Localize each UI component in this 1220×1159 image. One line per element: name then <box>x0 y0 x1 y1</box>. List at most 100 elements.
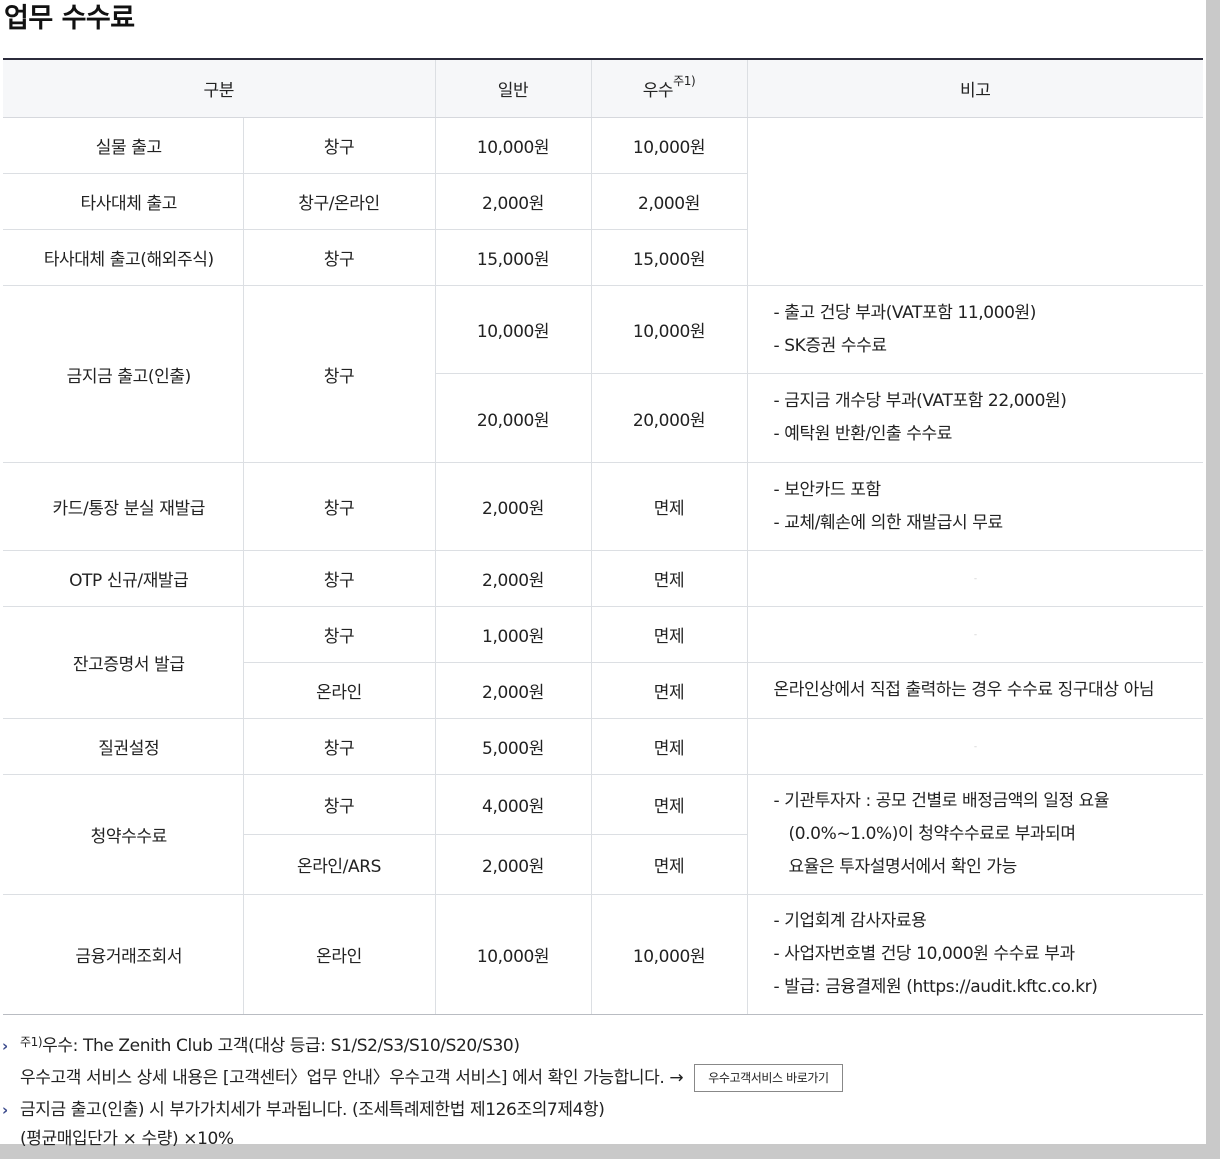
row-general-fee: 10,000원 <box>434 285 592 374</box>
header-general: 일반 <box>434 60 592 118</box>
chevron-right-icon: › <box>2 1037 8 1055</box>
table-row: 실물 출고 창구 10,000원 10,000원 <box>3 117 1204 286</box>
row-item: 금지금 출고(인출) <box>3 285 243 463</box>
remark-line: - SK증권 수수료 <box>773 335 887 356</box>
remark-line: - 보안카드 포함 <box>773 479 882 500</box>
row-premium-fee: 10,000원 <box>590 285 748 374</box>
row-premium-fee: 10,000원 <box>590 117 748 174</box>
remark-line: - 출고 건당 부과(VAT포함 11,000원) <box>773 302 1037 323</box>
page-container: 업무 수수료 구분 일반 우수주1) 비고 실물 출고 창구 10,000원 1… <box>0 0 1206 1149</box>
row-item: 실물 출고 <box>3 117 243 174</box>
premium-service-link-button[interactable]: 우수고객서비스 바로가기 <box>694 1064 843 1092</box>
row-general-fee: 10,000원 <box>434 894 592 1015</box>
remark-line: 요율은 투자설명서에서 확인 가능 <box>788 857 1018 877</box>
row-general-fee: 15,000원 <box>434 229 592 286</box>
remark-line: - 교체/훼손에 의한 재발급시 무료 <box>773 512 1004 533</box>
table-row: 청약수수료 창구 4,000원 면제 - 기관투자자 : 공모 건별로 배정금액… <box>3 774 1204 895</box>
row-channel: 창구 <box>242 606 436 663</box>
row-general-fee: 4,000원 <box>434 774 592 835</box>
row-general-fee: 2,000원 <box>434 462 592 551</box>
row-channel: 창구 <box>242 550 436 607</box>
table-header-row: 구분 일반 우수주1) 비고 <box>3 60 1204 118</box>
row-remarks: - <box>746 550 1204 607</box>
footnotes: › 주1)우수: The Zenith Club 고객(대상 등급: S1/S2… <box>0 1030 1200 1152</box>
row-general-fee: 2,000원 <box>434 662 592 719</box>
row-item: 타사대체 출고(해외주식) <box>3 229 243 286</box>
row-item: 청약수수료 <box>3 774 243 895</box>
remark-line: - 발급: 금융결제원 (https://audit.kftc.co.kr) <box>773 977 1098 997</box>
footnote-item: › 금지금 출고(인출) 시 부가가치세가 부과됩니다. (조세특례제한법 제1… <box>0 1094 1200 1126</box>
row-remarks: - <box>746 606 1204 663</box>
row-channel: 창구/온라인 <box>242 173 436 230</box>
header-premium: 우수주1) <box>590 60 748 118</box>
table-row: 금지금 출고(인출) 창구 10,000원 10,000원 - 출고 건당 부과… <box>3 285 1204 463</box>
row-item: 타사대체 출고 <box>3 173 243 230</box>
row-general-fee: 10,000원 <box>434 117 592 174</box>
header-premium-footnote: 주1) <box>673 74 696 88</box>
row-general-fee: 5,000원 <box>434 718 592 775</box>
remark-line: - 기업회계 감사자료용 <box>773 911 927 931</box>
row-premium-fee: 20,000원 <box>590 373 748 463</box>
footnote-text: 우수: The Zenith Club 고객(대상 등급: S1/S2/S3/S… <box>42 1036 520 1056</box>
row-remarks: - <box>746 718 1204 775</box>
row-remarks: - 금지금 개수당 부과(VAT포함 22,000원) - 예탁원 반환/인출 … <box>746 373 1204 463</box>
row-remarks: - 출고 건당 부과(VAT포함 11,000원) - SK증권 수수료 <box>746 285 1204 374</box>
row-item: OTP 신규/재발급 <box>3 550 243 607</box>
table-row: 질권설정 창구 5,000원 면제 - <box>3 718 1204 775</box>
row-item: 금융거래조회서 <box>3 894 243 1015</box>
row-premium-fee: 면제 <box>590 718 748 775</box>
row-general-fee: 2,000원 <box>434 550 592 607</box>
header-remarks: 비고 <box>746 60 1204 118</box>
chevron-right-icon: › <box>2 1101 8 1119</box>
row-premium-fee: 면제 <box>590 834 748 895</box>
row-premium-fee: 10,000원 <box>590 894 748 1015</box>
footnote-text: 금지금 출고(인출) 시 부가가치세가 부과됩니다. (조세특례제한법 제126… <box>20 1100 605 1120</box>
remark-line: (0.0%~1.0%)이 청약수수료로 부과되며 <box>788 824 1077 844</box>
fee-table: 구분 일반 우수주1) 비고 실물 출고 창구 10,000원 10,000원 … <box>3 60 1204 1015</box>
row-channel: 온라인/ARS <box>242 834 436 895</box>
row-general-fee: 1,000원 <box>434 606 592 663</box>
footnote-item: › 주1)우수: The Zenith Club 고객(대상 등급: S1/S2… <box>0 1030 1200 1062</box>
row-premium-fee: 면제 <box>590 774 748 835</box>
row-premium-fee: 면제 <box>590 550 748 607</box>
row-channel: 창구 <box>242 462 436 551</box>
header-premium-label: 우수 <box>642 81 674 101</box>
row-item: 질권설정 <box>3 718 243 775</box>
row-general-fee: 2,000원 <box>434 173 592 230</box>
footnote-text: 우수고객 서비스 상세 내용은 [고객센터〉업무 안내〉우수고객 서비스] 에서… <box>20 1068 684 1088</box>
row-remarks: - 보안카드 포함 - 교체/훼손에 의한 재발급시 무료 <box>746 462 1204 551</box>
table-row: 금융거래조회서 온라인 10,000원 10,000원 - 기업회계 감사자료용… <box>3 894 1204 1015</box>
table-row: 카드/통장 분실 재발급 창구 2,000원 면제 - 보안카드 포함 - 교체… <box>3 462 1204 551</box>
footnote-marker: 주1) <box>20 1035 43 1049</box>
footnote-text: (평균매입단가 × 수량) ×10% <box>20 1129 234 1149</box>
remark-line: - 금지금 개수당 부과(VAT포함 22,000원) <box>773 391 1067 411</box>
row-channel: 창구 <box>242 229 436 286</box>
row-channel: 온라인 <box>242 662 436 719</box>
row-general-fee: 20,000원 <box>434 373 592 463</box>
remark-line: - 기관투자자 : 공모 건별로 배정금액의 일정 요율 <box>773 791 1110 811</box>
remark-line: - 예탁원 반환/인출 수수료 <box>773 424 953 444</box>
row-remarks: - 기관투자자 : 공모 건별로 배정금액의 일정 요율 (0.0%~1.0%)… <box>746 774 1204 895</box>
row-channel: 창구 <box>242 285 436 463</box>
table-row: OTP 신규/재발급 창구 2,000원 면제 - <box>3 550 1204 607</box>
row-general-fee: 2,000원 <box>434 834 592 895</box>
header-category: 구분 <box>3 60 436 118</box>
row-channel: 창구 <box>242 718 436 775</box>
row-premium-fee: 15,000원 <box>590 229 748 286</box>
footnote-item: (평균매입단가 × 수량) ×10% <box>0 1126 1200 1152</box>
row-channel: 창구 <box>242 774 436 835</box>
row-remarks: - 기업회계 감사자료용 - 사업자번호별 건당 10,000원 수수료 부과 … <box>746 894 1204 1015</box>
row-premium-fee: 2,000원 <box>590 173 748 230</box>
remark-line: - 사업자번호별 건당 10,000원 수수료 부과 <box>773 944 1076 964</box>
page-title: 업무 수수료 <box>4 0 139 38</box>
row-channel: 창구 <box>242 117 436 174</box>
row-channel: 온라인 <box>242 894 436 1015</box>
row-remarks-empty <box>746 117 1204 286</box>
row-premium-fee: 면제 <box>590 662 748 719</box>
row-remarks: 온라인상에서 직접 출력하는 경우 수수료 징구대상 아님 <box>746 662 1204 719</box>
row-premium-fee: 면제 <box>590 462 748 551</box>
footnote-item: 우수고객 서비스 상세 내용은 [고객센터〉업무 안내〉우수고객 서비스] 에서… <box>0 1062 1200 1094</box>
row-item: 잔고증명서 발급 <box>3 606 243 719</box>
row-premium-fee: 면제 <box>590 606 748 663</box>
row-item: 카드/통장 분실 재발급 <box>3 462 243 551</box>
